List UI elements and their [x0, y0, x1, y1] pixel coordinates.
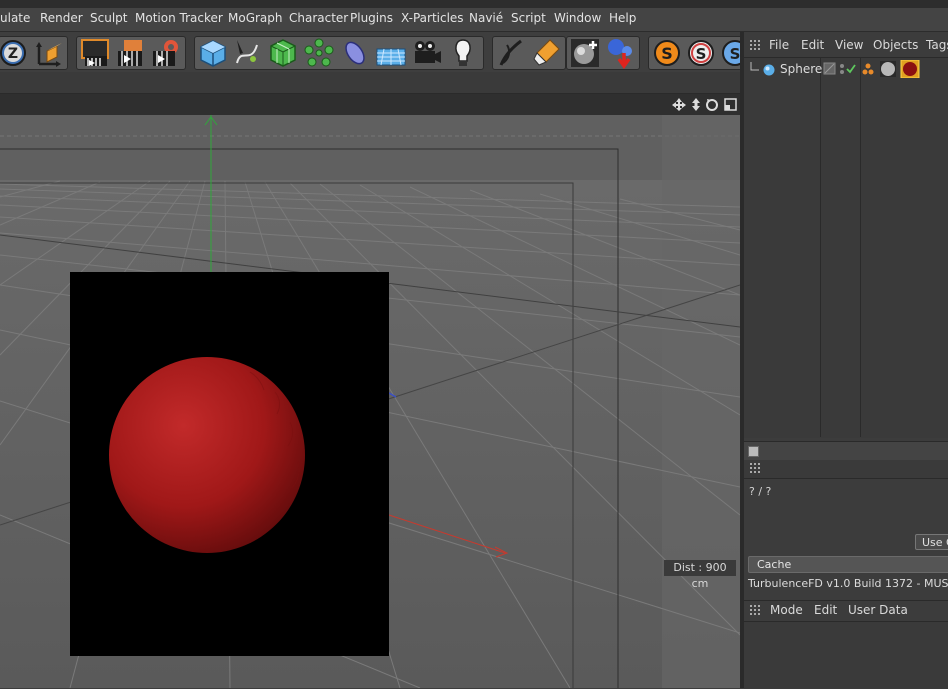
menu-sculpt[interactable]: Sculpt — [90, 11, 127, 25]
render-preview — [70, 272, 389, 656]
menu-objects[interactable]: Objects — [873, 38, 918, 52]
camera-icon[interactable] — [411, 37, 443, 69]
grip-icon[interactable] — [750, 40, 762, 52]
menu-user-data[interactable]: User Data — [848, 603, 908, 617]
plugin-version-label: TurbulenceFD v1.0 Build 1372 - MUS3 E — [748, 577, 948, 590]
cache-dropdown[interactable]: Cache — [748, 556, 948, 573]
viewport-header — [0, 94, 740, 115]
sculpt-brush-icon[interactable] — [495, 37, 527, 69]
menu-edit[interactable]: Edit — [814, 603, 837, 617]
svg-text:S: S — [696, 45, 707, 63]
object-list — [744, 57, 948, 438]
render-region-icon[interactable] — [79, 37, 111, 69]
grip-icon[interactable] — [750, 463, 762, 475]
panel-titlebar — [744, 441, 948, 461]
red-sphere — [70, 272, 389, 656]
deformer-icon[interactable] — [339, 37, 371, 69]
xparticles-emitter-icon[interactable] — [604, 37, 636, 69]
toolbar-group-objects — [194, 36, 484, 70]
visibility-toggles[interactable] — [823, 62, 857, 76]
secondary-toolbar — [0, 72, 744, 94]
grip-icon[interactable] — [750, 605, 762, 617]
toolbar-group-snap: Z — [0, 36, 68, 70]
menu-view[interactable]: View — [835, 38, 863, 52]
menu-mode[interactable]: Mode — [770, 603, 803, 617]
menu-mograph[interactable]: MoGraph — [228, 11, 283, 25]
object-tags[interactable] — [862, 60, 920, 78]
camera-distance-readout: Dist : 900 cm — [664, 560, 736, 590]
menubar: ulate Render Sculpt Motion Tracker MoGra… — [0, 8, 948, 32]
axis-icon[interactable] — [33, 37, 65, 69]
paint-brush-icon[interactable] — [530, 37, 562, 69]
material-sphere-icon[interactable] — [569, 37, 601, 69]
menu-edit[interactable]: Edit — [801, 38, 824, 52]
frame-counter: ? / ? — [749, 485, 772, 498]
menu-plugins[interactable]: Plugins — [350, 11, 393, 25]
sphere-object-icon — [763, 64, 775, 76]
viewport-nav-icons[interactable] — [672, 97, 738, 112]
toolbar-group-render — [76, 36, 186, 70]
panel-toolbar — [744, 460, 948, 479]
menu-render[interactable]: Render — [40, 11, 83, 25]
render-view-icon[interactable] — [114, 37, 146, 69]
menu-script[interactable]: Script — [511, 11, 546, 25]
s-ring-icon[interactable]: S — [685, 37, 717, 69]
svg-text:Z: Z — [8, 46, 18, 62]
svg-text:S: S — [661, 44, 673, 63]
s-icon[interactable]: S — [651, 37, 683, 69]
object-name[interactable]: Sphere — [780, 62, 822, 76]
menu-navie[interactable]: Navié — [469, 11, 503, 25]
menu-help[interactable]: Help — [609, 11, 636, 25]
toolbar-group-sculpt — [492, 36, 566, 70]
menu-tags[interactable]: Tags — [926, 38, 948, 52]
pen-spline-icon[interactable] — [231, 37, 263, 69]
menu-x-particles[interactable]: X-Particles — [401, 11, 464, 25]
xp-tag-icon — [862, 63, 874, 75]
floor-icon[interactable] — [375, 37, 407, 69]
tree-line-icon — [750, 62, 759, 71]
column-divider — [860, 57, 861, 437]
light-icon[interactable] — [447, 37, 479, 69]
z-snap-icon[interactable]: Z — [0, 37, 31, 69]
svg-text:S: S — [730, 45, 741, 63]
window-title-strip — [0, 0, 948, 8]
menu-character[interactable]: Character — [289, 11, 348, 25]
attribute-manager-body — [744, 621, 948, 689]
subdivision-icon[interactable] — [267, 37, 299, 69]
render-settings-icon[interactable] — [149, 37, 181, 69]
toolbar-group-plugins: S S S — [648, 36, 748, 70]
cube-icon[interactable] — [197, 37, 229, 69]
object-manager-menu: File Edit View Objects Tags — [744, 36, 948, 56]
main-toolbar: Z S S S — [0, 32, 748, 72]
column-divider — [820, 57, 821, 437]
array-icon[interactable] — [303, 37, 335, 69]
menu-file[interactable]: File — [769, 38, 789, 52]
toolbar-group-materials — [566, 36, 640, 70]
menu-window[interactable]: Window — [554, 11, 601, 25]
menu-motion-tracker[interactable]: Motion Tracker — [135, 11, 223, 25]
panel-checkbox[interactable] — [748, 446, 759, 457]
attribute-manager-menu: Mode Edit User Data — [744, 600, 948, 621]
use-cache-button[interactable]: Use C — [915, 534, 948, 550]
menu-simulate[interactable]: ulate — [0, 11, 30, 25]
